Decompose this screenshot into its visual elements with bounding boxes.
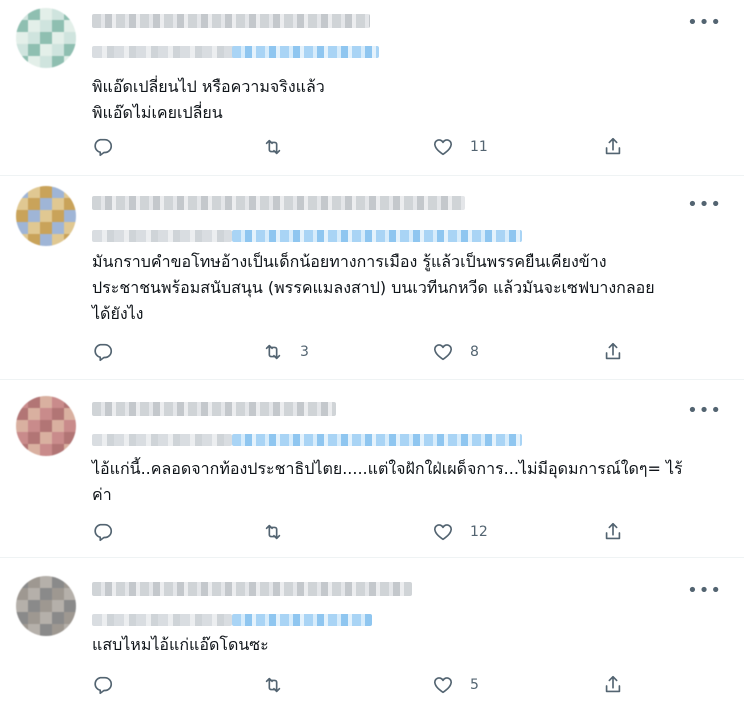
blurred-display-name (92, 196, 465, 210)
blurred-handle (92, 46, 237, 58)
like-count: 12 (470, 524, 488, 540)
retweet-button[interactable] (262, 521, 300, 543)
reply-icon (94, 676, 113, 695)
reply-button[interactable] (92, 136, 130, 158)
retweet-button[interactable] (262, 674, 300, 696)
blurred-display-name (92, 582, 412, 596)
retweet-icon (265, 677, 281, 693)
heart-icon (433, 524, 453, 541)
like-button[interactable]: 8 (432, 341, 479, 363)
avatar[interactable] (16, 396, 76, 456)
heart-icon (433, 677, 453, 694)
retweet-button[interactable]: 3 (262, 341, 309, 363)
retweet-count: 3 (300, 344, 309, 360)
reply-button[interactable] (92, 674, 130, 696)
avatar[interactable] (16, 576, 76, 636)
action-bar: 11 (92, 136, 652, 160)
retweet-icon (265, 524, 281, 540)
avatar[interactable] (16, 186, 76, 246)
share-icon (605, 342, 621, 360)
reply-1[interactable]: ••• พิแอ๊ดเปลี่ยนไป หรือความจริงแล้ว พิแ… (0, 0, 744, 176)
reply-4[interactable]: ••• แสบไหมไอ้แก่แอ๊ดโดนซะ 5 (0, 558, 744, 713)
more-icon[interactable]: ••• (687, 196, 722, 214)
share-button[interactable] (602, 341, 624, 363)
share-icon (605, 137, 621, 155)
retweet-button[interactable] (262, 136, 300, 158)
share-button[interactable] (602, 521, 624, 543)
reply-icon (94, 138, 113, 157)
like-count: 11 (470, 139, 488, 155)
action-bar: 5 (92, 674, 652, 698)
like-count: 8 (470, 344, 479, 360)
blurred-handle (92, 614, 232, 626)
blurred-handle (92, 434, 232, 446)
heart-icon (433, 139, 453, 156)
reply-button[interactable] (92, 521, 130, 543)
reply-3[interactable]: ••• ไอ้แก่นี้..คลอดจากท้องประชาธิปไตย...… (0, 380, 744, 558)
reply-text: พิแอ๊ดเปลี่ยนไป หรือความจริงแล้ว พิแอ๊ดไ… (92, 77, 325, 122)
more-icon[interactable]: ••• (687, 14, 722, 32)
like-button[interactable]: 11 (432, 136, 488, 158)
blurred-display-name (92, 402, 336, 416)
share-button[interactable] (602, 674, 624, 696)
action-bar: 12 (92, 521, 652, 545)
blurred-replying-to (232, 46, 379, 58)
reply-text: ไอ้แก่นี้..คลอดจากท้องประชาธิปไตย.....แต… (92, 459, 683, 504)
blurred-handle (92, 230, 232, 242)
reply-icon (94, 343, 113, 362)
retweet-icon (265, 139, 281, 155)
reply-icon (94, 523, 113, 542)
reply-2[interactable]: ••• มันกราบคำขอโทษอ้างเป็นเด็กน้อยทางการ… (0, 176, 744, 380)
share-button[interactable] (602, 136, 624, 158)
heart-icon (433, 344, 453, 361)
retweet-icon (265, 344, 281, 360)
like-count: 5 (470, 677, 479, 693)
reply-text: มันกราบคำขอโทษอ้างเป็นเด็กน้อยทางการเมือ… (92, 252, 655, 323)
like-button[interactable]: 12 (432, 521, 488, 543)
blurred-display-name (92, 14, 370, 28)
more-icon[interactable]: ••• (687, 582, 722, 600)
action-bar: 38 (92, 341, 652, 365)
avatar[interactable] (16, 8, 76, 68)
more-icon[interactable]: ••• (687, 402, 722, 420)
blurred-replying-to (232, 434, 522, 446)
blurred-replying-to (232, 230, 522, 242)
like-button[interactable]: 5 (432, 674, 479, 696)
share-icon (605, 675, 621, 693)
reply-button[interactable] (92, 341, 130, 363)
blurred-replying-to (232, 614, 372, 626)
reply-text: แสบไหมไอ้แก่แอ๊ดโดนซะ (92, 635, 269, 654)
share-icon (605, 522, 621, 540)
